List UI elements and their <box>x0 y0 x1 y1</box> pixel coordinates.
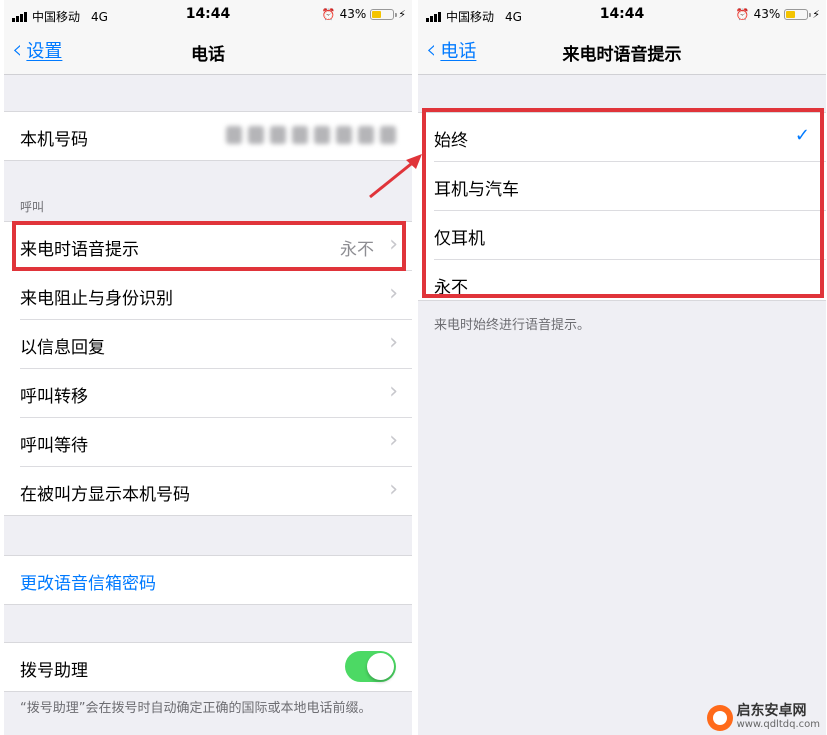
chevron-right-icon: › <box>389 379 398 404</box>
watermark-url: www.qdltdq.com <box>736 719 820 730</box>
status-bar: 中国移动 4G 14:44 ⏰ 43% ⚡ <box>418 0 826 30</box>
announce-calls-value: 永不 <box>340 240 374 260</box>
pointer-arrow-icon <box>369 154 422 199</box>
option-always[interactable]: 始终 ✓ <box>434 113 826 162</box>
chevron-right-icon: › <box>389 477 398 502</box>
row-label: 呼叫等待 <box>20 436 88 456</box>
blurred-phone-number <box>226 126 396 144</box>
my-number-row[interactable]: 本机号码 <box>20 112 412 160</box>
respond-with-text-row[interactable]: 以信息回复 › <box>20 320 412 369</box>
dial-assist-footnote: “拨号助理”会在拨号时自动确定正确的国际或本地电话前缀。 <box>20 701 372 716</box>
calls-section-header: 呼叫 <box>20 200 45 214</box>
options-footnote: 来电时始终进行语音提示。 <box>434 318 591 333</box>
dial-assist-toggle[interactable] <box>345 651 396 682</box>
my-number-group: 本机号码 <box>4 111 412 161</box>
status-bar: 中国移动 4G 14:44 ⏰ 43% ⚡ <box>4 0 412 30</box>
calls-group: 来电时语音提示 永不 › 来电阻止与身份识别 › 以信息回复 › 呼叫转移 › … <box>4 221 412 516</box>
chevron-right-icon: › <box>389 428 398 453</box>
change-voicemail-password-row[interactable]: 更改语音信箱密码 <box>20 556 412 604</box>
option-label: 耳机与汽车 <box>434 180 519 200</box>
announce-calls-row[interactable]: 来电时语音提示 永不 › <box>20 222 412 271</box>
page-title: 电话 <box>191 45 225 65</box>
announce-calls-label: 来电时语音提示 <box>20 240 139 260</box>
my-number-label: 本机号码 <box>20 130 88 150</box>
row-label: 以信息回复 <box>20 338 105 358</box>
row-label: 来电阻止与身份识别 <box>20 289 173 309</box>
options-group: 始终 ✓ 耳机与汽车 仅耳机 永不 <box>418 112 826 301</box>
dial-assist-row: 拨号助理 <box>20 643 412 691</box>
chevron-right-icon: › <box>389 281 398 306</box>
nav-bar: ‹ 设置 电话 <box>4 30 412 75</box>
toggle-knob <box>367 653 394 680</box>
call-waiting-row[interactable]: 呼叫等待 › <box>20 418 412 467</box>
change-voicemail-password-link: 更改语音信箱密码 <box>20 574 156 594</box>
page-title: 来电时语音提示 <box>562 45 682 65</box>
row-label: 在被叫方显示本机号码 <box>20 485 190 505</box>
dial-assist-label: 拨号助理 <box>20 661 88 681</box>
watermark-title: 启东安卓网 <box>736 703 807 719</box>
alarm-icon: ⏰ <box>321 7 336 21</box>
alarm-icon: ⏰ <box>735 7 750 21</box>
option-label: 永不 <box>434 278 468 298</box>
voicemail-group: 更改语音信箱密码 <box>4 555 412 605</box>
charging-icon: ⚡ <box>812 7 820 21</box>
dial-assist-group: 拨号助理 <box>4 642 412 692</box>
nav-bar: ‹ 电话 来电时语音提示 <box>418 30 826 75</box>
charging-icon: ⚡ <box>398 7 406 21</box>
row-label: 呼叫转移 <box>20 387 88 407</box>
option-label: 仅耳机 <box>434 229 485 249</box>
battery-icon <box>784 8 812 20</box>
option-label: 始终 <box>434 131 468 151</box>
checkmark-icon: ✓ <box>794 125 810 146</box>
announce-calls-screen: 中国移动 4G 14:44 ⏰ 43% ⚡ ‹ 电话 来电时语音提示 始终 ✓ … <box>418 0 826 735</box>
battery-percent: 43% <box>753 7 781 21</box>
show-caller-id-row[interactable]: 在被叫方显示本机号码 › <box>20 467 412 515</box>
chevron-right-icon: › <box>389 330 398 355</box>
option-headphones-and-car[interactable]: 耳机与汽车 <box>434 162 826 211</box>
call-blocking-row[interactable]: 来电阻止与身份识别 › <box>20 271 412 320</box>
battery-percent: 43% <box>339 7 367 21</box>
watermark-logo-icon <box>706 705 733 731</box>
chevron-right-icon: › <box>389 232 398 257</box>
option-never[interactable]: 永不 <box>434 260 826 300</box>
battery-icon <box>370 8 398 20</box>
phone-settings-screen: 中国移动 4G 14:44 ⏰ 43% ⚡ ‹ 设置 电话 本机号码 呼叫 来电… <box>4 0 412 735</box>
watermark: 启东安卓网 www.qdltdq.com <box>706 703 820 731</box>
call-forwarding-row[interactable]: 呼叫转移 › <box>20 369 412 418</box>
option-headphones-only[interactable]: 仅耳机 <box>434 211 826 260</box>
